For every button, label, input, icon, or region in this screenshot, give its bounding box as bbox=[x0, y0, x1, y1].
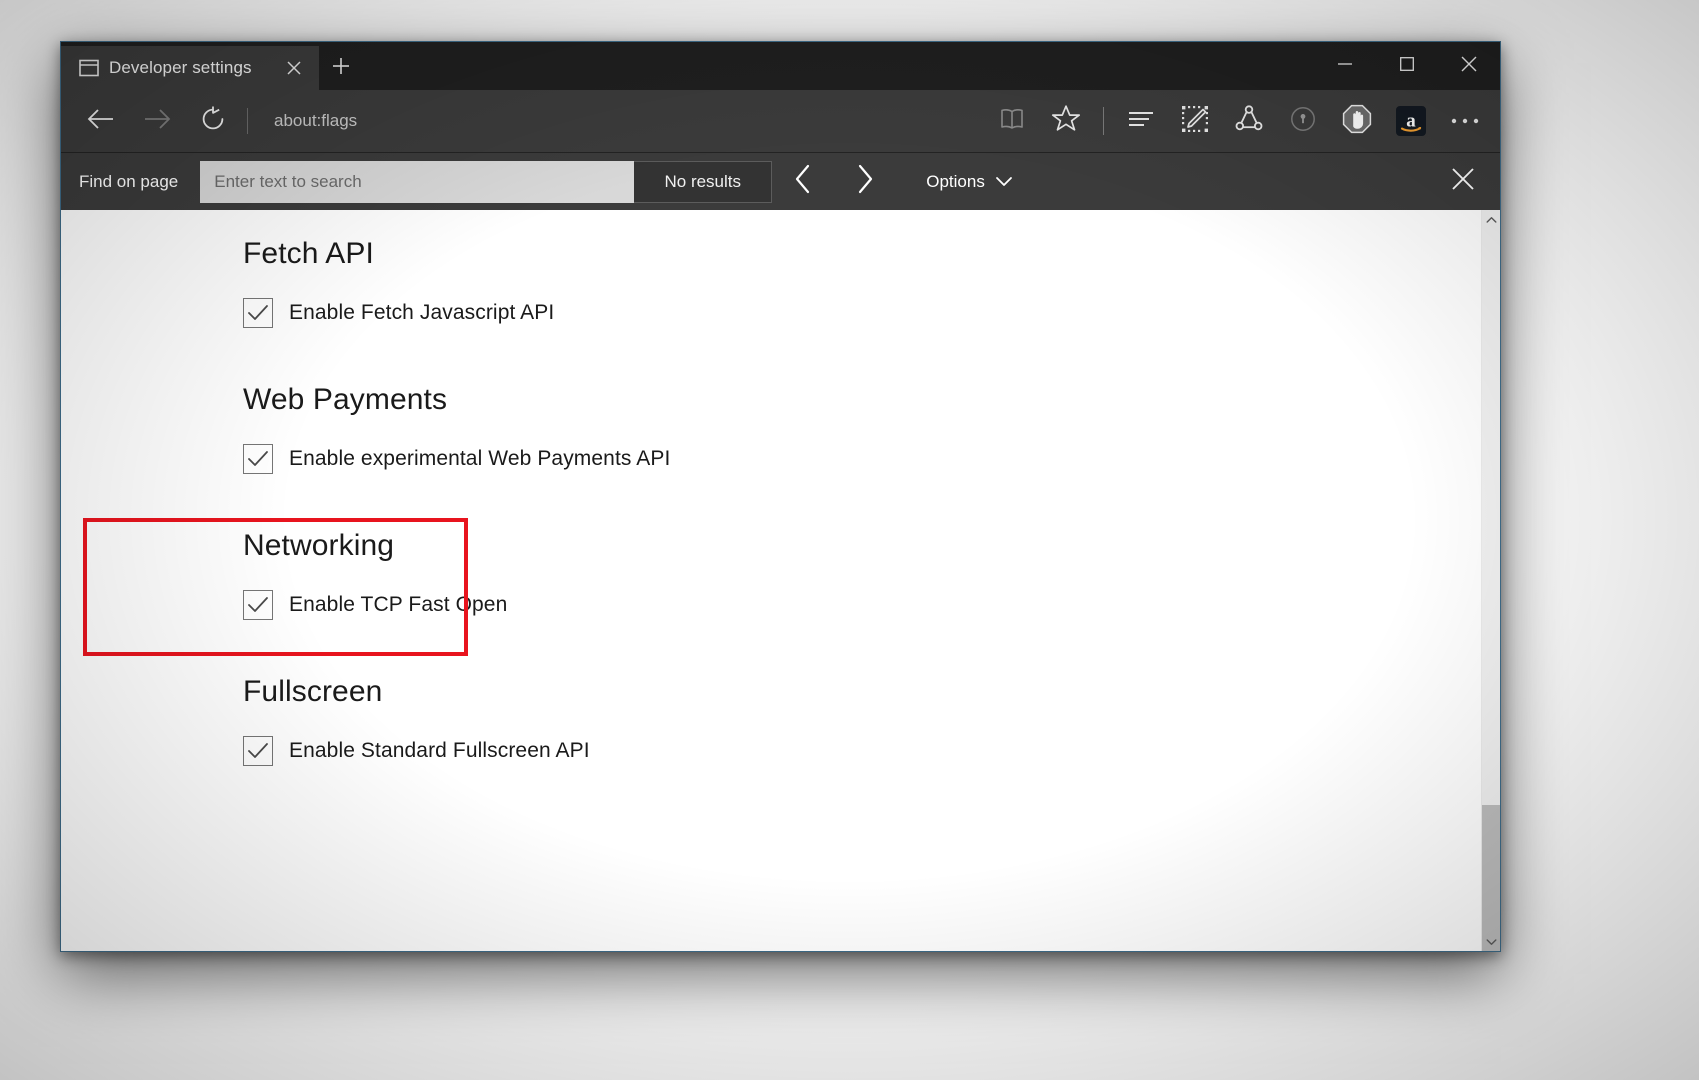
back-arrow-icon bbox=[86, 107, 116, 136]
hub-button[interactable] bbox=[1114, 97, 1168, 145]
chevron-down-icon bbox=[995, 172, 1013, 192]
chevron-left-icon bbox=[793, 163, 813, 200]
maximize-icon bbox=[1400, 57, 1414, 76]
flag-row[interactable]: Enable Fetch Javascript API bbox=[243, 298, 1481, 328]
back-button[interactable] bbox=[73, 97, 129, 145]
forward-button[interactable] bbox=[129, 97, 185, 145]
chevron-down-icon bbox=[1486, 933, 1497, 951]
refresh-button[interactable] bbox=[185, 97, 241, 145]
share-button[interactable] bbox=[1222, 97, 1276, 145]
close-icon[interactable] bbox=[277, 51, 311, 85]
share-icon bbox=[1235, 105, 1263, 138]
find-results-status: No results bbox=[634, 161, 772, 203]
tab-title: Developer settings bbox=[109, 58, 267, 78]
ellipsis-icon bbox=[1450, 112, 1480, 130]
page-scrollbar[interactable] bbox=[1481, 210, 1500, 951]
find-previous-button[interactable] bbox=[772, 159, 834, 205]
section-web-payments: Web Payments Enable experimental Web Pay… bbox=[243, 382, 1481, 474]
favorites-button[interactable] bbox=[1039, 97, 1093, 145]
title-bar: Developer settings bbox=[61, 42, 1500, 90]
plus-icon bbox=[331, 56, 351, 81]
refresh-icon bbox=[200, 106, 226, 137]
window-controls bbox=[1314, 42, 1500, 90]
extension-adblock-button[interactable] bbox=[1330, 97, 1384, 145]
close-icon bbox=[1460, 55, 1478, 78]
flag-label: Enable Standard Fullscreen API bbox=[289, 739, 590, 763]
find-options-button[interactable]: Options bbox=[912, 159, 1027, 205]
section-heading: Networking bbox=[243, 528, 1481, 564]
checkbox-checked-icon[interactable] bbox=[243, 736, 273, 766]
web-note-button[interactable] bbox=[1168, 97, 1222, 145]
flag-row[interactable]: Enable TCP Fast Open bbox=[243, 590, 1481, 620]
scrollbar-thumb[interactable] bbox=[1482, 805, 1500, 951]
section-fullscreen: Fullscreen Enable Standard Fullscreen AP… bbox=[243, 674, 1481, 766]
extension-lastpass-button[interactable] bbox=[1276, 97, 1330, 145]
find-close-button[interactable] bbox=[1440, 159, 1486, 205]
section-heading: Fullscreen bbox=[243, 674, 1481, 710]
flag-label: Enable experimental Web Payments API bbox=[289, 447, 670, 471]
scroll-down-button[interactable] bbox=[1482, 932, 1500, 951]
section-networking: Networking Enable TCP Fast Open bbox=[243, 528, 1481, 620]
forward-arrow-icon bbox=[142, 107, 172, 136]
web-note-pencil-icon bbox=[1181, 105, 1209, 138]
toolbar-actions: a bbox=[985, 97, 1492, 145]
tab-developer-settings[interactable]: Developer settings bbox=[61, 46, 319, 90]
section-fetch-api: Fetch API Enable Fetch Javascript API bbox=[243, 236, 1481, 328]
toolbar-divider-2 bbox=[1103, 107, 1104, 135]
window-icon bbox=[79, 58, 99, 78]
extension-amazon-button[interactable]: a bbox=[1384, 97, 1438, 145]
close-icon bbox=[1450, 166, 1476, 197]
amazon-icon: a bbox=[1396, 106, 1426, 136]
chevron-up-icon bbox=[1486, 211, 1497, 229]
about-flags-page: Fetch API Enable Fetch Javascript API We… bbox=[61, 210, 1481, 951]
svg-text:a: a bbox=[1406, 111, 1416, 132]
address-text: about:flags bbox=[274, 111, 357, 131]
desktop-background: Developer settings bbox=[0, 0, 1699, 1080]
tab-strip: Developer settings bbox=[61, 42, 363, 90]
section-heading: Fetch API bbox=[243, 236, 1481, 272]
checkbox-checked-icon[interactable] bbox=[243, 298, 273, 328]
reading-view-button[interactable] bbox=[985, 97, 1039, 145]
address-bar[interactable]: about:flags bbox=[260, 99, 985, 143]
section-spacer bbox=[243, 620, 1481, 674]
find-next-button[interactable] bbox=[834, 159, 896, 205]
adblock-hand-icon bbox=[1342, 104, 1372, 139]
checkbox-checked-icon[interactable] bbox=[243, 590, 273, 620]
flag-row[interactable]: Enable experimental Web Payments API bbox=[243, 444, 1481, 474]
hub-lines-icon bbox=[1126, 108, 1156, 135]
section-heading: Web Payments bbox=[243, 382, 1481, 418]
lastpass-icon bbox=[1290, 106, 1316, 137]
minimize-button[interactable] bbox=[1314, 42, 1376, 90]
section-spacer bbox=[243, 328, 1481, 382]
star-icon bbox=[1051, 104, 1081, 138]
flag-label: Enable TCP Fast Open bbox=[289, 593, 507, 617]
find-input[interactable] bbox=[200, 161, 634, 203]
toolbar-divider bbox=[247, 108, 248, 134]
more-actions-button[interactable] bbox=[1438, 97, 1492, 145]
browser-window: Developer settings bbox=[60, 41, 1501, 952]
checkbox-checked-icon[interactable] bbox=[243, 444, 273, 474]
scroll-up-button[interactable] bbox=[1482, 210, 1500, 229]
section-spacer bbox=[243, 474, 1481, 528]
maximize-button[interactable] bbox=[1376, 42, 1438, 90]
find-on-page-label: Find on page bbox=[61, 172, 200, 192]
window-close-button[interactable] bbox=[1438, 42, 1500, 90]
chevron-right-icon bbox=[855, 163, 875, 200]
flag-row[interactable]: Enable Standard Fullscreen API bbox=[243, 736, 1481, 766]
book-icon bbox=[997, 107, 1027, 136]
page-content-area: Fetch API Enable Fetch Javascript API We… bbox=[61, 210, 1500, 951]
navigation-toolbar: about:flags bbox=[61, 90, 1500, 152]
flag-label: Enable Fetch Javascript API bbox=[289, 301, 554, 325]
find-on-page-bar: Find on page No results Options bbox=[61, 152, 1500, 210]
find-options-label: Options bbox=[926, 172, 985, 192]
minimize-icon bbox=[1337, 57, 1353, 75]
new-tab-button[interactable] bbox=[319, 46, 363, 90]
